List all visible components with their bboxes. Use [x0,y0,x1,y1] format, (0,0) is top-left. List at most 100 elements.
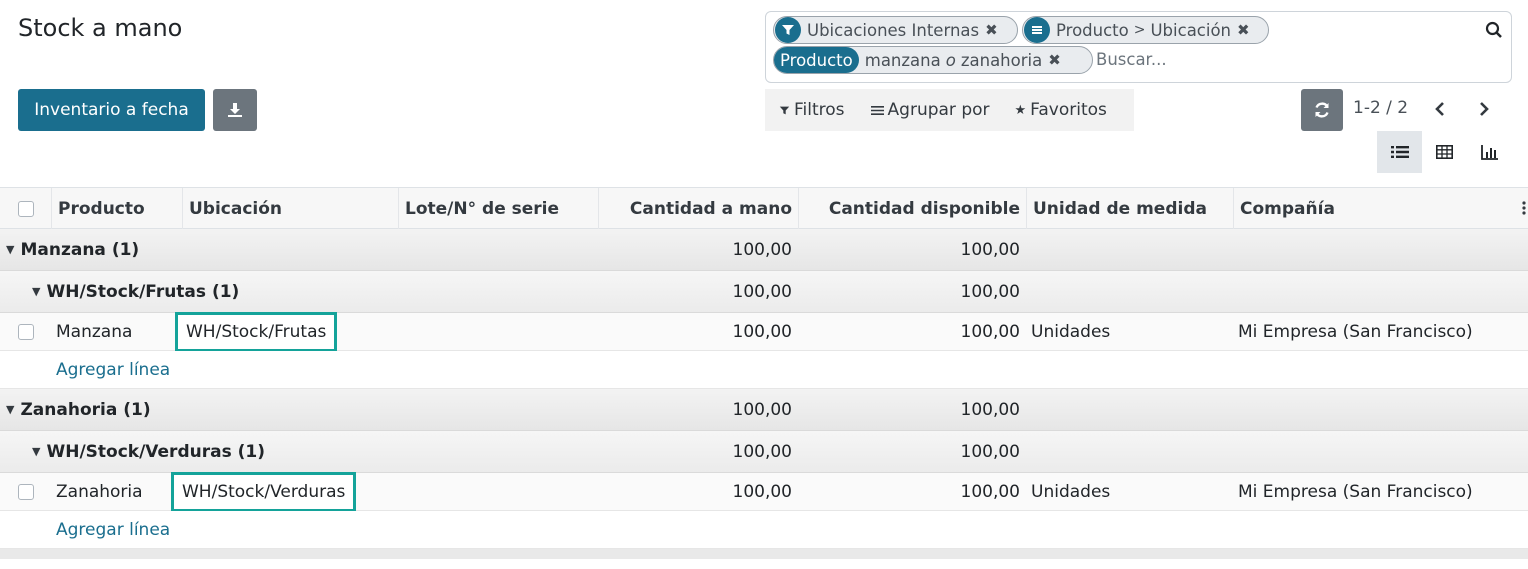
facet-label: Ubicaciones Internas [807,20,980,40]
add-line-row: Agregar línea [0,351,1528,389]
view-switcher [1377,131,1512,173]
filter-icon [779,106,790,114]
group-row[interactable]: ▼ Zanahoria (1) 100,00 100,00 [0,389,1528,431]
group-available: 100,00 [960,239,1020,260]
group-label: Zanahoria (1) [20,399,151,420]
group-by-icon [1024,17,1050,43]
add-line-row: Agregar línea [0,511,1528,549]
refresh-icon [1315,102,1329,118]
facet-field-label: Producto [774,47,859,73]
subgroup-label: WH/Stock/Frutas (1) [46,281,240,302]
group-on-hand: 100,00 [732,399,792,420]
list-icon [870,105,884,115]
group-label: Manzana (1) [20,239,140,260]
caret-down-icon: ▼ [32,445,41,458]
group-on-hand: 100,00 [732,239,792,260]
subgroup-row[interactable]: ▼ WH/Stock/Verduras (1) 100,00 100,00 [0,431,1528,473]
download-icon [228,103,242,117]
facet-value: zanahoria [960,50,1043,70]
chevron-left-icon [1435,102,1444,116]
facet-label-2: Ubicación [1150,20,1232,40]
download-button[interactable] [213,89,257,131]
filters-label: Filtros [794,100,845,120]
column-header-location[interactable]: Ubicación [182,188,398,229]
table-header: Producto Ubicación Lote/N° de serie Cant… [0,187,1528,229]
refresh-button[interactable] [1301,89,1343,131]
facet-remove-icon[interactable]: ✖ [1042,51,1067,69]
search-options-bar: Filtros Agrupar por ★ Favoritos [765,89,1134,131]
cell-uom[interactable]: Unidades [1031,473,1110,510]
facet-product[interactable]: Producto manzana o zanahoria ✖ [773,46,1093,74]
facet-remove-icon[interactable]: ✖ [979,21,1004,39]
pager-previous-button[interactable] [1430,96,1450,122]
row-checkbox[interactable] [18,323,34,340]
column-header-lot[interactable]: Lote/N° de serie [398,188,598,229]
favorites-dropdown[interactable]: ★ Favoritos [1015,100,1107,120]
favorites-label: Favoritos [1030,100,1107,120]
column-header-quantity-on-hand[interactable]: Cantidad a mano [598,188,798,229]
table-row[interactable]: Zanahoria WH/Stock/Verduras 100,00 100,0… [0,471,1528,512]
cell-uom[interactable]: Unidades [1031,313,1110,350]
pivot-view-icon [1436,145,1453,159]
column-header-uom[interactable]: Unidad de medida [1026,188,1233,229]
stock-list-table: Producto Ubicación Lote/N° de serie Cant… [0,187,1528,559]
search-input[interactable] [1096,50,1396,69]
page-title: Stock a mano [18,14,183,42]
subgroup-on-hand: 100,00 [732,441,792,462]
list-view-icon [1390,146,1409,158]
add-line-link[interactable]: Agregar línea [56,351,170,388]
cell-available[interactable]: 100,00 [798,313,1020,350]
cell-company[interactable]: Mi Empresa (San Francisco) [1238,473,1473,510]
facet-label: Producto [1056,20,1129,40]
subgroup-available: 100,00 [960,441,1020,462]
star-icon: ★ [1014,102,1027,118]
select-all-checkbox[interactable] [17,200,34,217]
cell-company[interactable]: Mi Empresa (San Francisco) [1238,313,1473,350]
column-header-company[interactable]: Compañía [1233,188,1518,229]
graph-view-button[interactable] [1467,131,1512,173]
filters-dropdown[interactable]: Filtros [779,100,845,120]
inventory-at-date-button[interactable]: Inventario a fecha [18,89,205,131]
pager-value[interactable]: 1-2 / 2 [1353,98,1408,118]
caret-down-icon: ▼ [6,243,15,256]
list-view-button[interactable] [1377,131,1422,173]
subgroup-on-hand: 100,00 [732,281,792,302]
group-available: 100,00 [960,399,1020,420]
cell-on-hand[interactable]: 100,00 [598,473,792,510]
cell-product[interactable]: Manzana [56,313,132,350]
pivot-view-button[interactable] [1422,131,1467,173]
column-header-product[interactable]: Producto [51,188,182,229]
table-footer [0,549,1528,559]
chevron-right-icon [1480,102,1489,116]
caret-down-icon: ▼ [6,403,15,416]
group-row[interactable]: ▼ Manzana (1) 100,00 100,00 [0,229,1528,271]
search-panel: Ubicaciones Internas ✖ Producto > Ubicac… [765,11,1512,83]
cell-location-highlighted[interactable]: WH/Stock/Frutas [175,311,338,352]
facet-remove-icon[interactable]: ✖ [1231,21,1256,39]
caret-down-icon: ▼ [32,285,41,298]
pager-next-button[interactable] [1474,96,1494,122]
select-all-cell [0,188,51,229]
search-icon[interactable] [1485,21,1503,44]
group-by-label: Agrupar por [887,100,990,120]
cell-on-hand[interactable]: 100,00 [598,313,792,350]
cell-available[interactable]: 100,00 [798,473,1020,510]
add-line-link[interactable]: Agregar línea [56,511,170,548]
group-by-dropdown[interactable]: Agrupar por [870,100,990,120]
facet-conjunction: o [945,50,956,70]
filter-icon [775,17,801,43]
facet-separator: > [1133,22,1146,38]
cell-product[interactable]: Zanahoria [56,473,143,510]
subgroup-row[interactable]: ▼ WH/Stock/Frutas (1) 100,00 100,00 [0,271,1528,313]
column-header-available-quantity[interactable]: Cantidad disponible [798,188,1026,229]
graph-view-icon [1480,145,1498,160]
row-checkbox[interactable] [18,483,34,500]
cell-location-highlighted[interactable]: WH/Stock/Verduras [171,471,357,512]
facet-internal-locations[interactable]: Ubicaciones Internas ✖ [773,16,1018,44]
facet-groupby[interactable]: Producto > Ubicación ✖ [1022,16,1269,44]
subgroup-available: 100,00 [960,281,1020,302]
subgroup-label: WH/Stock/Verduras (1) [46,441,265,462]
table-row[interactable]: Manzana WH/Stock/Frutas 100,00 100,00 Un… [0,311,1528,352]
facet-value: manzana [864,50,941,70]
optional-columns-icon[interactable] [1520,200,1528,221]
